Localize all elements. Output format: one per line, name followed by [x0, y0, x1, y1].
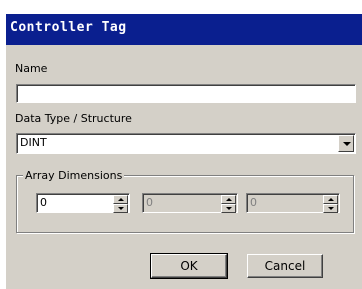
- ok-button[interactable]: OK: [150, 253, 228, 279]
- chevron-down-icon: [343, 142, 351, 146]
- dim2-spinner: [221, 195, 236, 213]
- title-bar: Controller Tag: [6, 14, 362, 45]
- spin-down-icon: [226, 207, 232, 210]
- dim2-spin-up: [221, 195, 236, 204]
- datatype-label: Data Type / Structure: [15, 112, 132, 125]
- dim1-spinbox[interactable]: 0: [36, 193, 130, 213]
- dim3-spin-down: [323, 204, 338, 213]
- datatype-dropdown-button[interactable]: [338, 135, 354, 152]
- name-label: Name: [15, 62, 48, 75]
- spin-down-icon: [118, 207, 124, 210]
- datatype-value: DINT: [20, 136, 47, 149]
- dim1-spin-down[interactable]: [113, 204, 128, 213]
- dim2-spinbox: 0: [142, 193, 238, 213]
- dim3-spin-up: [323, 195, 338, 204]
- spin-down-icon: [328, 207, 334, 210]
- dim1-spinner[interactable]: [113, 195, 128, 213]
- datatype-select[interactable]: DINT: [16, 133, 356, 154]
- controller-tag-dialog: Controller Tag Name Data Type / Structur…: [6, 14, 362, 289]
- array-dimensions-label: Array Dimensions: [23, 169, 125, 182]
- dim1-value: 0: [40, 196, 47, 209]
- spin-up-icon: [226, 198, 232, 201]
- dim3-value: 0: [250, 196, 257, 209]
- dim2-value: 0: [146, 196, 153, 209]
- name-input[interactable]: [16, 84, 356, 103]
- spin-up-icon: [118, 198, 124, 201]
- spin-up-icon: [328, 198, 334, 201]
- dim2-spin-down: [221, 204, 236, 213]
- array-dimensions-group: Array Dimensions 0 0 0: [16, 169, 354, 233]
- dim1-spin-up[interactable]: [113, 195, 128, 204]
- dim3-spinbox: 0: [246, 193, 340, 213]
- cancel-button[interactable]: Cancel: [247, 254, 323, 278]
- dialog-title: Controller Tag: [10, 20, 127, 35]
- dim3-spinner: [323, 195, 338, 213]
